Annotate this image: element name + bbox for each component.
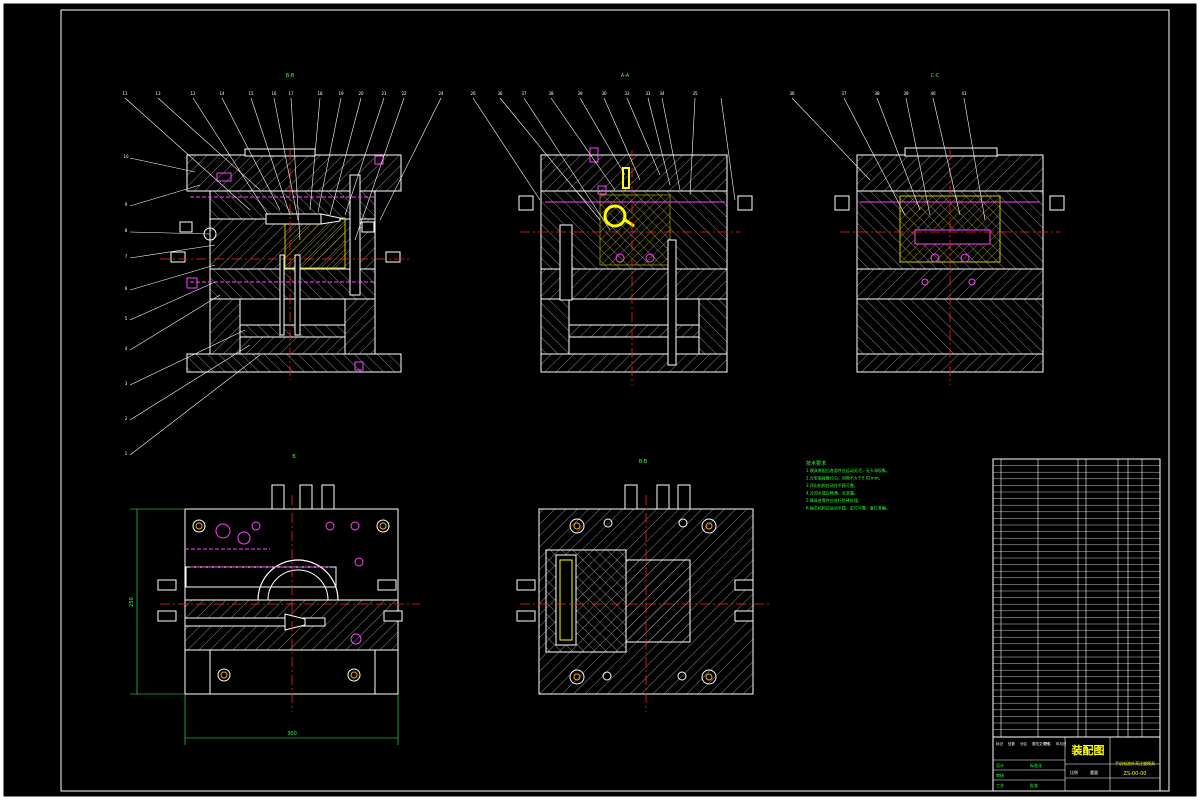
view-3-label: C-C — [931, 73, 940, 79]
part-number-balloon: 36 — [789, 91, 795, 96]
drawing-number: ZS-00-00 — [1124, 771, 1147, 777]
part-number-balloon: 8 — [125, 228, 128, 233]
note-line: 2.分型面接触均匀，间隙不大于0.02mm。 — [806, 475, 883, 481]
part-number-balloon: 20 — [358, 91, 364, 96]
part-number-balloon: 39 — [577, 91, 583, 96]
part-number-balloon: 17 — [288, 91, 294, 96]
title-block-header-label: 标记 — [996, 741, 1004, 746]
part-number-balloon: 40 — [930, 91, 936, 96]
note-line: 6.抽芯机构应运动平稳，定位可靠，复位准确。 — [806, 505, 890, 511]
part-number-balloon: 31 — [645, 91, 651, 96]
label-review: 审核 — [996, 772, 1004, 778]
drawing-name: 装配图 — [1071, 743, 1105, 757]
part-number-balloon: 10 — [123, 154, 129, 159]
note-line: 3.顶出机构应动作平稳可靠。 — [806, 482, 858, 488]
part-number-balloon: 5 — [125, 316, 128, 321]
part-number-balloon: 2 — [125, 416, 128, 421]
note-line: 1.模具装配后各部件应运动灵活，无卡滞现象。 — [806, 467, 890, 473]
title-block-header-label: 年月日 — [1056, 741, 1067, 746]
part-number-balloon: 11 — [122, 91, 128, 96]
title-block-header-label: 分区 — [1020, 741, 1028, 746]
part-number-balloon: 16 — [271, 91, 277, 96]
part-number-balloon: 4 — [125, 346, 128, 351]
part-number-balloon: 7 — [125, 254, 128, 259]
dim-height: 250 — [129, 597, 135, 607]
label-design: 设计 — [996, 762, 1004, 768]
title-block-header-label: 签名 — [1044, 741, 1051, 746]
part-number-balloon: 39 — [903, 91, 909, 96]
part-number-balloon: 19 — [338, 91, 344, 96]
part-number-balloon: 38 — [548, 91, 554, 96]
part-number-balloon: 30 — [601, 91, 607, 96]
part-number-balloon: 21 — [381, 91, 387, 96]
part-number-balloon: 22 — [401, 91, 407, 96]
note-line: 5.模具各零件应进行防锈处理。 — [806, 497, 862, 503]
title-block-header-label: 处数 — [1008, 741, 1016, 746]
view-5-label: B-B — [639, 459, 648, 465]
dim-width: 300 — [287, 731, 297, 737]
part-number-balloon: 3 — [125, 381, 128, 386]
note-line: 4.冷却水道应畅通，无渗漏。 — [806, 490, 858, 496]
notes-title: 技术要求 — [806, 460, 826, 467]
part-number-balloon: 12 — [190, 91, 196, 96]
view-1-label: B-B — [286, 73, 295, 79]
label-process: 工艺 — [996, 783, 1004, 788]
part-number-balloon: 35 — [692, 91, 698, 96]
label-scale: 比例 — [1070, 769, 1078, 775]
part-name: 手机电池外壳注塑模具 — [1115, 760, 1155, 766]
part-number-balloon: 18 — [317, 91, 323, 96]
part-number-balloon: 13 — [155, 91, 161, 96]
part-number-balloon: 14 — [219, 91, 225, 96]
label-standard: 标准化 — [1030, 762, 1042, 768]
part-number-balloon: 41 — [961, 91, 967, 96]
label-approve: 批准 — [1030, 782, 1038, 788]
part-number-balloon: 36 — [497, 91, 503, 96]
part-number-balloon: 38 — [874, 91, 880, 96]
label-weight: 重量 — [1090, 769, 1098, 775]
part-number-balloon: 1 — [125, 451, 128, 456]
drawing-canvas: B-B 11 13 12 14 15 16 17 18 19 20 21 22 … — [2, 2, 1198, 798]
part-number-balloon: 24 — [438, 91, 444, 96]
part-number-balloon: 33 — [624, 91, 630, 96]
part-number-balloon: 6 — [125, 286, 128, 291]
part-number-balloon: 26 — [470, 91, 476, 96]
part-number-balloon: 9 — [125, 202, 128, 207]
part-number-balloon: 37 — [841, 91, 847, 96]
part-number-balloon: 15 — [248, 91, 254, 96]
part-number-balloon: 37 — [521, 91, 527, 96]
part-number-balloon: 34 — [659, 91, 665, 96]
view-2-label: A-A — [621, 73, 630, 79]
view-4-label: B — [292, 454, 296, 460]
